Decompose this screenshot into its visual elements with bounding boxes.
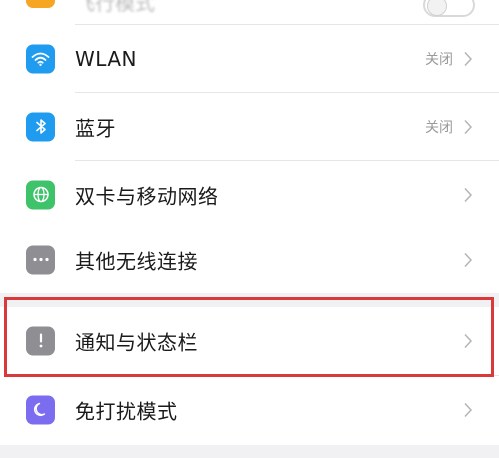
airplane-mode-label: 飞行模式 bbox=[75, 0, 155, 15]
bluetooth-label: 蓝牙 bbox=[75, 116, 116, 140]
bluetooth-icon bbox=[26, 112, 55, 141]
network-settings-group: 飞行模式 WLAN 关闭 蓝牙 关闭 双卡与移动网络 其他无线连接 bbox=[0, 0, 499, 293]
chevron-right-icon bbox=[464, 119, 473, 134]
wlan-label: WLAN bbox=[75, 46, 138, 71]
bluetooth-row[interactable]: 蓝牙 关闭 bbox=[0, 93, 499, 160]
dual-sim-label: 双卡与移动网络 bbox=[75, 184, 219, 208]
other-wireless-label: 其他无线连接 bbox=[75, 249, 198, 273]
moon-icon bbox=[26, 395, 55, 424]
airplane-mode-row[interactable]: 飞行模式 bbox=[0, 0, 499, 24]
bluetooth-status: 关闭 bbox=[425, 119, 453, 136]
do-not-disturb-label: 免打扰模式 bbox=[75, 399, 178, 423]
dual-sim-mobile-network-row[interactable]: 双卡与移动网络 bbox=[0, 161, 499, 228]
highlight-annotation-box bbox=[4, 297, 494, 377]
airplane-mode-toggle[interactable] bbox=[423, 0, 475, 17]
chevron-right-icon bbox=[464, 252, 473, 267]
wifi-icon bbox=[26, 44, 55, 73]
chevron-right-icon bbox=[464, 187, 473, 202]
chevron-right-icon bbox=[464, 51, 473, 66]
chevron-right-icon bbox=[464, 402, 473, 417]
wlan-status: 关闭 bbox=[425, 51, 453, 68]
other-wireless-row[interactable]: 其他无线连接 bbox=[0, 226, 499, 293]
do-not-disturb-row[interactable]: 免打扰模式 bbox=[0, 376, 499, 443]
globe-icon bbox=[26, 180, 55, 209]
airplane-icon bbox=[26, 0, 55, 8]
settings-screen: 飞行模式 WLAN 关闭 蓝牙 关闭 双卡与移动网络 其他无线连接 通知与状态栏… bbox=[0, 0, 499, 458]
more-icon bbox=[26, 245, 55, 274]
wlan-row[interactable]: WLAN 关闭 bbox=[0, 25, 499, 92]
